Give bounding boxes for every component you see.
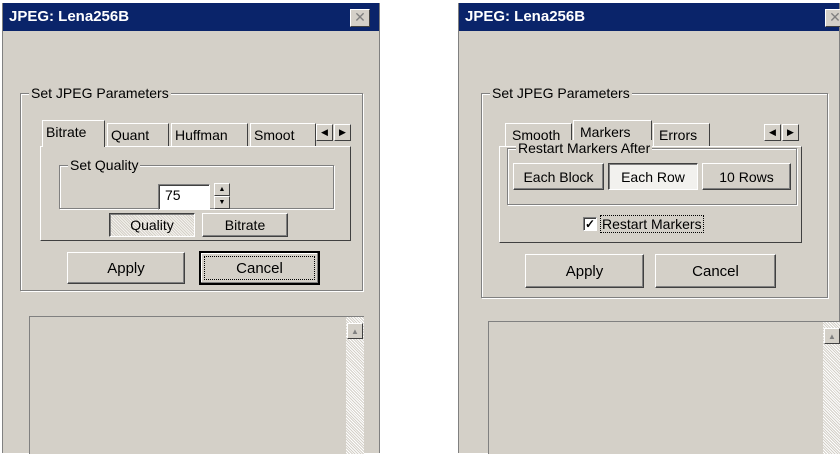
- spin-up-icon: ▲: [218, 186, 226, 193]
- jpeg-window-markers: JPEG: Lena256B ✕ Set JPEG Parameters Smo…: [458, 3, 840, 454]
- quality-spin-down[interactable]: ▼: [214, 196, 230, 209]
- window-title: JPEG: Lena256B: [9, 8, 130, 25]
- right-arrow-icon: ▶: [339, 127, 346, 137]
- scroll-up-button[interactable]: ▲: [824, 328, 840, 344]
- tab-quant[interactable]: Quant: [107, 123, 169, 147]
- bitrate-mode-label: Bitrate: [224, 217, 266, 233]
- close-button[interactable]: ✕: [350, 9, 370, 27]
- focus-rectangle: [204, 256, 315, 280]
- tab-scroll-left-button[interactable]: ◀: [764, 124, 781, 141]
- cancel-button[interactable]: Cancel: [199, 251, 320, 285]
- output-pane: ▲: [488, 321, 840, 454]
- each-row-button[interactable]: Each Row: [608, 163, 698, 190]
- quality-group-title: Set Quality: [68, 157, 141, 173]
- quality-spin-up[interactable]: ▲: [214, 183, 230, 196]
- checkmark-icon: ✓: [584, 217, 596, 231]
- tab-label: Huffman: [175, 127, 228, 143]
- left-arrow-icon: ◀: [321, 127, 328, 137]
- tab-scroll-right-button[interactable]: ▶: [782, 124, 799, 141]
- tab-label: Bitrate: [46, 124, 87, 140]
- title-bar[interactable]: JPEG: Lena256B: [3, 3, 379, 31]
- vertical-scrollbar[interactable]: ▲: [346, 317, 364, 454]
- ten-rows-label: 10 Rows: [719, 169, 774, 185]
- apply-label: Apply: [107, 260, 145, 277]
- each-block-button[interactable]: Each Block: [513, 163, 604, 190]
- cancel-label: Cancel: [692, 263, 739, 280]
- apply-button[interactable]: Apply: [525, 254, 644, 288]
- tab-errors[interactable]: Errors: [653, 123, 710, 147]
- tab-smooth[interactable]: Smoot: [250, 123, 316, 147]
- right-arrow-icon: ▶: [787, 127, 794, 137]
- apply-button[interactable]: Apply: [67, 252, 185, 284]
- tab-label: Quant: [111, 127, 150, 143]
- quality-input[interactable]: 75: [158, 184, 210, 210]
- group-title: Set JPEG Parameters: [490, 85, 632, 101]
- each-row-label: Each Row: [621, 169, 685, 185]
- tab-label: Smoot: [254, 127, 295, 143]
- tab-scroll-left-button[interactable]: ◀: [316, 124, 333, 141]
- close-icon: ✕: [829, 9, 840, 25]
- output-pane: ▲: [29, 316, 364, 454]
- quality-value: 75: [165, 187, 181, 203]
- restart-group-title: Restart Markers After: [516, 140, 653, 156]
- scroll-up-icon: ▲: [351, 327, 359, 336]
- tab-bitrate[interactable]: Bitrate: [42, 120, 105, 147]
- spin-down-icon: ▼: [218, 199, 226, 206]
- restart-markers-label-box[interactable]: Restart Markers: [600, 215, 704, 233]
- tab-huffman[interactable]: Huffman: [171, 123, 248, 147]
- vertical-scrollbar[interactable]: ▲: [823, 322, 840, 454]
- quality-mode-button[interactable]: Quality: [109, 213, 195, 237]
- restart-markers-label: Restart Markers: [602, 216, 702, 232]
- ten-rows-button[interactable]: 10 Rows: [702, 163, 791, 190]
- restart-markers-checkbox[interactable]: ✓: [583, 217, 597, 231]
- tab-label: Markers: [580, 124, 631, 140]
- group-title: Set JPEG Parameters: [29, 85, 171, 101]
- close-icon: ✕: [354, 9, 366, 25]
- bitrate-mode-button[interactable]: Bitrate: [202, 213, 288, 237]
- left-arrow-icon: ◀: [769, 127, 776, 137]
- quality-mode-label: Quality: [130, 217, 174, 233]
- title-bar[interactable]: JPEG: Lena256B: [459, 3, 839, 31]
- cancel-button[interactable]: Cancel: [655, 254, 776, 288]
- tab-scroll-right-button[interactable]: ▶: [334, 124, 351, 141]
- window-title: JPEG: Lena256B: [465, 8, 586, 25]
- scroll-up-button[interactable]: ▲: [347, 323, 363, 339]
- tab-label: Errors: [659, 127, 698, 143]
- each-block-label: Each Block: [523, 169, 594, 185]
- scroll-up-icon: ▲: [828, 332, 836, 341]
- close-button[interactable]: ✕: [825, 9, 840, 27]
- apply-label: Apply: [565, 263, 604, 280]
- jpeg-window-bitrate: JPEG: Lena256B ✕ Set JPEG Parameters Bit…: [2, 3, 380, 454]
